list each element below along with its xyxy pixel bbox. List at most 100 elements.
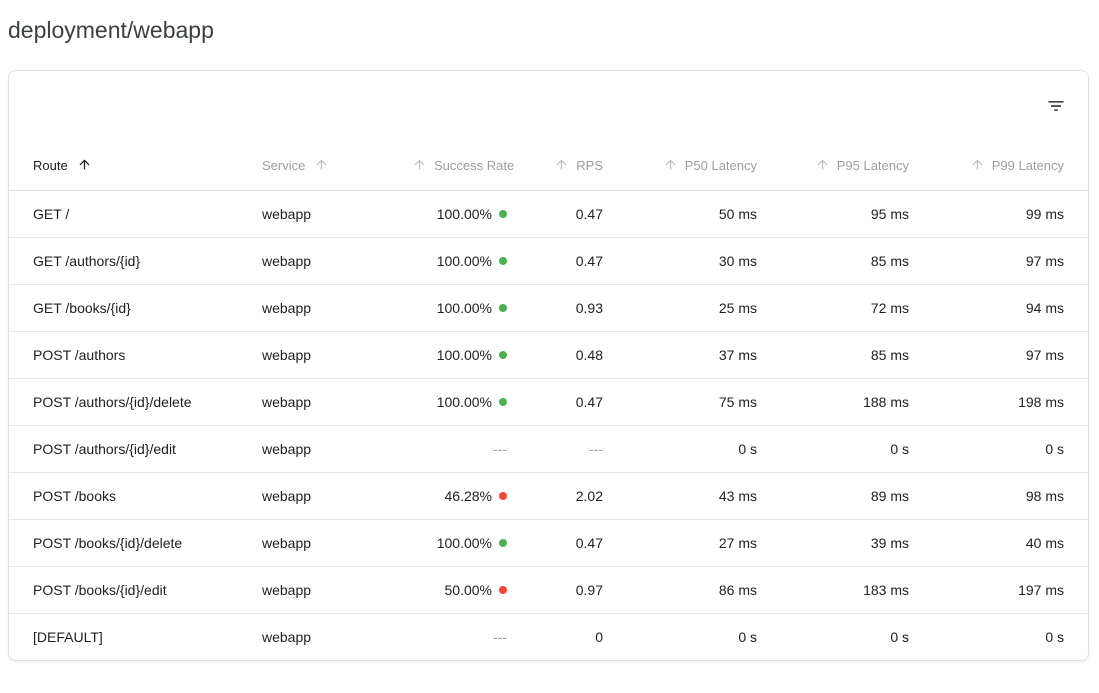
service-cell: webapp [261, 566, 411, 613]
status-dot [499, 304, 507, 312]
table-toolbar [9, 71, 1088, 141]
column-label: P50 Latency [685, 158, 757, 173]
p99-latency-cell: 198 ms [917, 378, 1088, 425]
table-row[interactable]: POST /books/{id}/delete webapp 100.00% 0… [9, 519, 1088, 566]
column-label: RPS [576, 158, 603, 173]
route-cell: POST /books/{id}/edit [9, 566, 261, 613]
p99-latency-cell: 40 ms [917, 519, 1088, 566]
p95-latency-cell: 95 ms [765, 190, 917, 237]
success-rate-cell: 46.28% [411, 472, 515, 519]
rps-cell: 0.48 [515, 331, 611, 378]
rps-cell: --- [515, 425, 611, 472]
route-cell: GET /authors/{id} [9, 237, 261, 284]
p99-latency-cell: 0 s [917, 613, 1088, 660]
table-row[interactable]: [DEFAULT] webapp --- 0 0 s 0 s 0 s [9, 613, 1088, 660]
sort-ascending-icon [314, 157, 329, 172]
rps-cell: 0.47 [515, 237, 611, 284]
p95-latency-cell: 72 ms [765, 284, 917, 331]
sort-ascending-icon [663, 157, 678, 172]
service-cell: webapp [261, 378, 411, 425]
p99-latency-cell: 94 ms [917, 284, 1088, 331]
p50-latency-cell: 25 ms [611, 284, 765, 331]
p99-latency-cell: 0 s [917, 425, 1088, 472]
filter-list-icon [1046, 96, 1066, 116]
table-row[interactable]: POST /authors webapp 100.00% 0.48 37 ms … [9, 331, 1088, 378]
p99-latency-cell: 97 ms [917, 237, 1088, 284]
status-dot [499, 586, 507, 594]
status-dot [499, 257, 507, 265]
service-cell: webapp [261, 613, 411, 660]
column-label: P95 Latency [837, 158, 909, 173]
sort-ascending-icon [554, 157, 569, 172]
route-cell: POST /authors [9, 331, 261, 378]
p50-latency-cell: 27 ms [611, 519, 765, 566]
service-cell: webapp [261, 472, 411, 519]
p95-latency-cell: 188 ms [765, 378, 917, 425]
table-body: GET / webapp 100.00% 0.47 50 ms 95 ms 99… [9, 190, 1088, 660]
column-header-p50-latency[interactable]: P50 Latency [611, 141, 765, 190]
rps-cell: 2.02 [515, 472, 611, 519]
route-cell: GET / [9, 190, 261, 237]
route-cell: POST /authors/{id}/edit [9, 425, 261, 472]
p95-latency-cell: 85 ms [765, 331, 917, 378]
table-row[interactable]: GET /authors/{id} webapp 100.00% 0.47 30… [9, 237, 1088, 284]
table-header-row: Route Service Success Rate RPS P50 Laten… [9, 141, 1088, 190]
p50-latency-cell: 0 s [611, 425, 765, 472]
column-header-success-rate[interactable]: Success Rate [411, 141, 515, 190]
service-cell: webapp [261, 519, 411, 566]
success-rate-cell: 100.00% [411, 237, 515, 284]
status-dot [499, 210, 507, 218]
p50-latency-cell: 30 ms [611, 237, 765, 284]
service-cell: webapp [261, 331, 411, 378]
success-rate-cell: 100.00% [411, 378, 515, 425]
table-row[interactable]: POST /books/{id}/edit webapp 50.00% 0.97… [9, 566, 1088, 613]
rps-cell: 0.47 [515, 519, 611, 566]
column-header-rps[interactable]: RPS [515, 141, 611, 190]
p50-latency-cell: 37 ms [611, 331, 765, 378]
p95-latency-cell: 0 s [765, 613, 917, 660]
column-label: P99 Latency [992, 158, 1064, 173]
p50-latency-cell: 50 ms [611, 190, 765, 237]
route-cell: GET /books/{id} [9, 284, 261, 331]
p50-latency-cell: 86 ms [611, 566, 765, 613]
table-row[interactable]: POST /books webapp 46.28% 2.02 43 ms 89 … [9, 472, 1088, 519]
rps-cell: 0.97 [515, 566, 611, 613]
status-dot [499, 398, 507, 406]
p99-latency-cell: 197 ms [917, 566, 1088, 613]
p99-latency-cell: 99 ms [917, 190, 1088, 237]
page-title: deployment/webapp [8, 16, 1089, 44]
table-row[interactable]: POST /authors/{id}/edit webapp --- --- 0… [9, 425, 1088, 472]
p95-latency-cell: 183 ms [765, 566, 917, 613]
route-cell: POST /books/{id}/delete [9, 519, 261, 566]
p95-latency-cell: 39 ms [765, 519, 917, 566]
status-dot [499, 351, 507, 359]
table-row[interactable]: GET / webapp 100.00% 0.47 50 ms 95 ms 99… [9, 190, 1088, 237]
success-rate-cell: 100.00% [411, 284, 515, 331]
column-header-service[interactable]: Service [261, 141, 411, 190]
rps-cell: 0 [515, 613, 611, 660]
p50-latency-cell: 75 ms [611, 378, 765, 425]
service-cell: webapp [261, 425, 411, 472]
service-cell: webapp [261, 284, 411, 331]
rps-cell: 0.47 [515, 378, 611, 425]
p99-latency-cell: 97 ms [917, 331, 1088, 378]
routes-table: Route Service Success Rate RPS P50 Laten… [9, 141, 1088, 660]
success-rate-cell: 100.00% [411, 519, 515, 566]
success-rate-cell: --- [411, 425, 515, 472]
page: deployment/webapp Route Service [0, 16, 1099, 670]
service-cell: webapp [261, 190, 411, 237]
success-rate-cell: 50.00% [411, 566, 515, 613]
column-label: Success Rate [434, 158, 514, 173]
filter-button[interactable] [1036, 86, 1076, 126]
column-header-p95-latency[interactable]: P95 Latency [765, 141, 917, 190]
success-rate-cell: --- [411, 613, 515, 660]
column-header-p99-latency[interactable]: P99 Latency [917, 141, 1088, 190]
p99-latency-cell: 98 ms [917, 472, 1088, 519]
column-header-route[interactable]: Route [9, 141, 261, 190]
success-rate-cell: 100.00% [411, 331, 515, 378]
table-row[interactable]: POST /authors/{id}/delete webapp 100.00%… [9, 378, 1088, 425]
sort-ascending-icon [412, 157, 427, 172]
route-cell: POST /books [9, 472, 261, 519]
table-row[interactable]: GET /books/{id} webapp 100.00% 0.93 25 m… [9, 284, 1088, 331]
rps-cell: 0.47 [515, 190, 611, 237]
